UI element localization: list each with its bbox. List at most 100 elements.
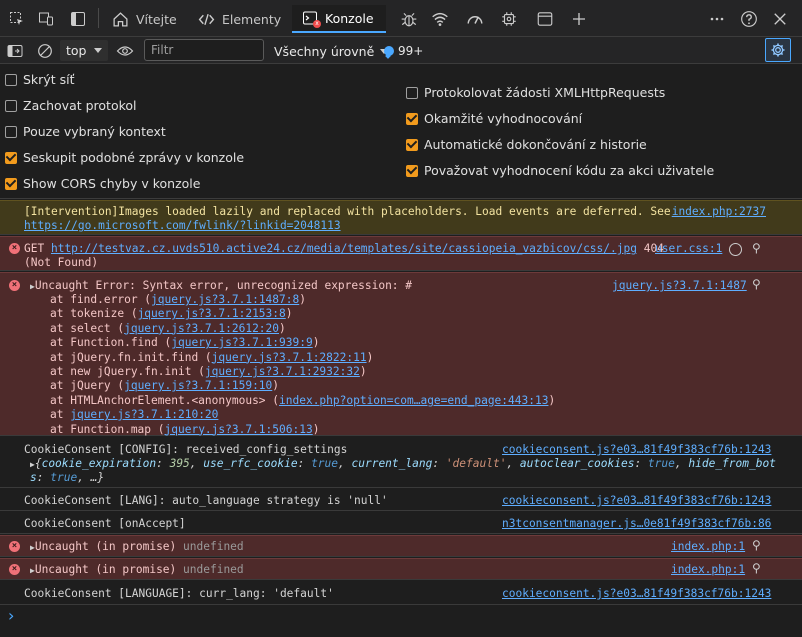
tab-console[interactable]: x Konzole <box>292 5 386 33</box>
user-gesture-label: Považovat vyhodnocení kódu za akci uživa… <box>424 163 715 178</box>
log-levels-dropdown[interactable]: Všechny úrovně <box>274 41 389 61</box>
clear-console-icon[interactable] <box>34 40 56 62</box>
stack-frame-function: at tokenize ( <box>50 307 138 321</box>
message-link[interactable]: https://go.microsoft.com/fwlink/?linkid=… <box>24 219 341 232</box>
stack-frame-link[interactable]: jquery.js?3.7.1:939:9 <box>171 336 312 349</box>
status-text: (Not Found) <box>24 256 99 269</box>
home-icon <box>113 11 128 27</box>
show-sidebar-icon[interactable] <box>4 40 26 62</box>
eager-eval-checkbox[interactable] <box>406 112 418 125</box>
show-cors-checkbox[interactable] <box>5 177 17 190</box>
stack-frame: at tokenize (jquery.js?3.7.1:2153:8) <box>50 307 293 320</box>
search-icon[interactable]: ⚲ <box>752 561 761 575</box>
stack-frame-function: at Function.map ( <box>50 422 165 436</box>
message-line[interactable]: ▶Uncaught (in promise) undefined <box>30 563 244 576</box>
selected-context-checkbox[interactable] <box>5 125 17 138</box>
console-message-promise-error: × ▶Uncaught (in promise) undefined index… <box>0 535 802 557</box>
source-link[interactable]: cookieconsent.js?e03…81f49f383cf76b:1243 <box>502 494 771 507</box>
autocomplete-history-checkbox[interactable] <box>406 138 418 151</box>
inspect-element-icon[interactable] <box>6 8 28 30</box>
console-settings-button[interactable] <box>765 38 791 62</box>
source-link[interactable]: index.php:1 <box>671 540 745 553</box>
search-icon[interactable]: ⚲ <box>752 538 761 552</box>
memory-chip-icon[interactable] <box>498 8 520 30</box>
message-text: CookieConsent [CONFIG]: received_config_… <box>24 443 348 456</box>
network-request-icon[interactable] <box>729 243 742 256</box>
stack-frame-end: ) <box>359 365 367 378</box>
preserve-log-checkbox[interactable] <box>5 99 17 112</box>
key: hide_from_bot <box>688 457 776 470</box>
issues-count: 99+ <box>398 44 424 58</box>
show-cors-option[interactable]: Show CORS chyby v konzole <box>5 176 200 191</box>
console-message-syntax-error: × ▶Uncaught Error: Syntax error, unrecog… <box>0 272 802 436</box>
group-similar-label: Seskupit podobné zprávy v konzole <box>23 150 245 165</box>
stack-frame-link[interactable]: index.php?option=com…age=end_page:443:13 <box>279 394 548 407</box>
preserve-log-option[interactable]: Zachovat protokol <box>5 98 137 113</box>
stack-frame-link[interactable]: jquery.js?3.7.1:210:20 <box>70 408 218 421</box>
stack-frame-end: ) <box>366 350 374 364</box>
message-text: CookieConsent [LANG]: auto_language stra… <box>24 494 388 507</box>
stack-frame-link[interactable]: jquery.js?3.7.1:2153:8 <box>138 307 286 320</box>
source-link[interactable]: user.css:1 <box>655 242 722 255</box>
tab-console-label: Konzole <box>325 10 374 26</box>
device-emulation-icon[interactable] <box>35 8 57 30</box>
console-message-get-error: × GET http://testvaz.cz.uvds510.active24… <box>0 236 802 271</box>
source-link[interactable]: index.php:1 <box>671 563 745 576</box>
stack-frame-link[interactable]: jquery.js?3.7.1:2932:32 <box>205 365 360 378</box>
search-icon[interactable]: ⚲ <box>752 277 761 291</box>
autocomplete-history-option[interactable]: Automatické dokončování z historie <box>406 137 647 152</box>
console-prompt[interactable]: › <box>0 606 802 637</box>
group-similar-checkbox[interactable] <box>5 151 17 164</box>
stack-frame-link[interactable]: jquery.js?3.7.1:159:10 <box>124 379 272 392</box>
user-gesture-option[interactable]: Považovat vyhodnocení kódu za akci uživa… <box>406 163 714 178</box>
request-url-link[interactable]: http://testvaz.cz.uvds510.active24.cz/me… <box>51 242 637 255</box>
log-xhr-checkbox[interactable] <box>406 86 418 99</box>
more-options-icon[interactable] <box>706 8 728 30</box>
stack-frame-function: at select ( <box>50 321 125 335</box>
group-similar-option[interactable]: Seskupit podobné zprávy v konzole <box>5 150 244 165</box>
eager-eval-option[interactable]: Okamžité vyhodnocování <box>406 111 582 126</box>
stack-frame: at jQuery (jquery.js?3.7.1:159:10) <box>50 379 279 392</box>
tab-welcome[interactable]: Vítejte <box>112 5 177 33</box>
stack-frame-link[interactable]: jquery.js?3.7.1:1487:8 <box>151 293 299 306</box>
tab-elements[interactable]: Elementy <box>198 5 281 33</box>
stack-frame-end: ) <box>299 293 306 306</box>
source-link[interactable]: index.php:2737 <box>672 205 766 218</box>
help-icon[interactable] <box>738 8 760 30</box>
context-selector-label: top <box>66 43 87 58</box>
search-icon[interactable]: ⚲ <box>752 241 761 255</box>
hide-network-option[interactable]: Skrýt síť <box>5 72 74 87</box>
object-preview[interactable]: ▶{cookie_expiration: 395, use_rfc_cookie… <box>30 457 776 470</box>
stack-frame-link[interactable]: jquery.js?3.7.1:2612:20 <box>124 322 279 335</box>
network-wifi-icon[interactable] <box>429 8 451 30</box>
source-link[interactable]: cookieconsent.js?e03…81f49f383cf76b:1243 <box>502 443 771 456</box>
live-expression-eye-icon[interactable] <box>114 40 136 62</box>
stack-frame-function: at Function.find ( <box>50 336 172 350</box>
performance-icon[interactable] <box>464 8 486 30</box>
add-tool-plus-icon[interactable] <box>568 8 590 30</box>
stack-frame-link[interactable]: jquery.js?3.7.1:506:13 <box>165 423 313 436</box>
selected-context-label: Pouze vybraný kontext <box>23 124 166 139</box>
selected-context-option[interactable]: Pouze vybraný kontext <box>5 124 166 139</box>
hide-network-checkbox[interactable] <box>5 73 17 86</box>
key: current_lang <box>351 457 433 470</box>
close-devtools-icon[interactable] <box>769 8 791 30</box>
error-message: Uncaught (in promise) <box>34 563 177 576</box>
filter-input[interactable] <box>144 39 264 61</box>
application-window-icon[interactable] <box>534 8 556 30</box>
dock-sidebar-icon[interactable] <box>67 8 89 30</box>
bug-icon[interactable] <box>398 8 420 30</box>
source-link[interactable]: n3tconsentmanager.js…0e81f49f383cf76b:86 <box>502 517 771 530</box>
source-link[interactable]: cookieconsent.js?e03…81f49f383cf76b:1243 <box>502 587 771 600</box>
stack-frame-link[interactable]: jquery.js?3.7.1:2822:11 <box>212 351 367 364</box>
message-line[interactable]: ▶Uncaught Error: Syntax error, unrecogni… <box>30 279 412 292</box>
source-link[interactable]: jquery.js?3.7.1:1487 <box>612 279 747 292</box>
preserve-log-label: Zachovat protokol <box>23 98 137 113</box>
message-line[interactable]: ▶Uncaught (in promise) undefined <box>30 540 244 553</box>
user-gesture-checkbox[interactable] <box>406 164 418 177</box>
tab-welcome-label: Vítejte <box>136 11 177 27</box>
issues-counter[interactable]: 99+ <box>384 42 423 60</box>
log-xhr-option[interactable]: Protokolovat žádosti XMLHttpRequests <box>406 85 665 100</box>
context-selector[interactable]: top <box>60 40 108 61</box>
console-message-intervention: [Intervention]Images loaded lazily and r… <box>0 200 802 235</box>
